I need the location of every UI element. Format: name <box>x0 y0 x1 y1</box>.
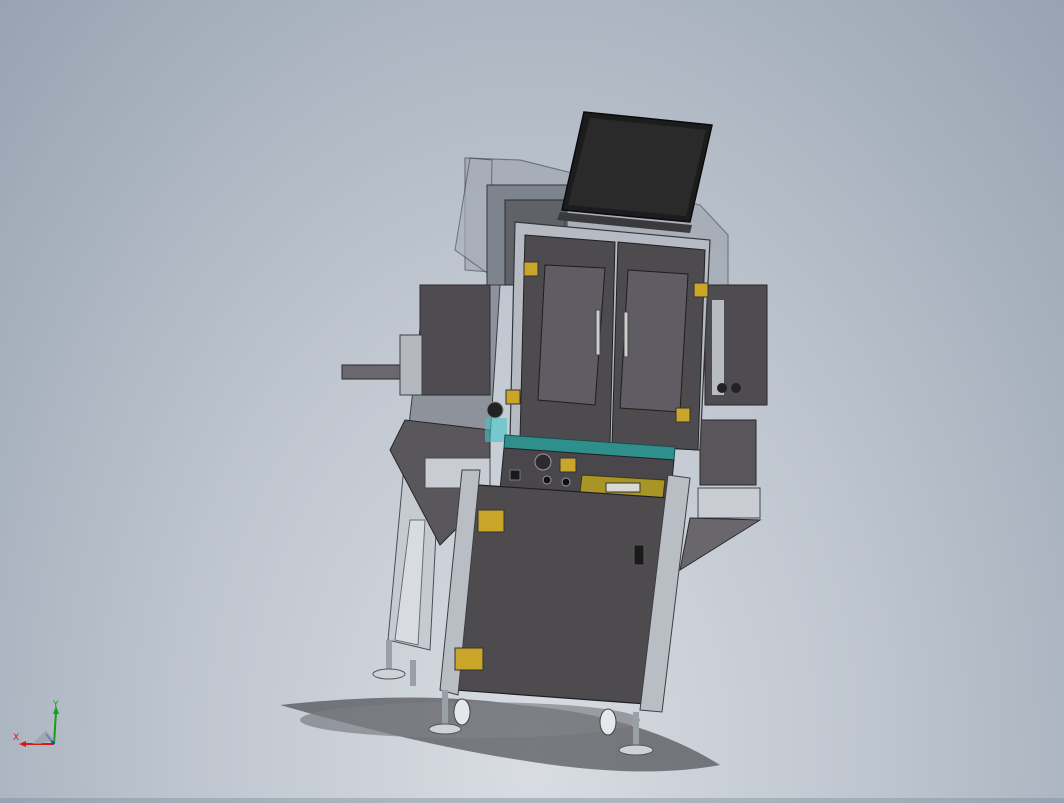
cad-viewport[interactable]: X Y <box>0 0 1064 798</box>
triad-axes-icon <box>19 706 59 747</box>
y-axis-label: Y <box>53 700 59 710</box>
upper-cabinet <box>505 221 711 451</box>
monitor <box>557 111 713 233</box>
lower-cabinet <box>439 469 691 713</box>
machine-model[interactable] <box>0 0 1064 798</box>
coordinate-triad: X Y <box>10 700 70 756</box>
x-axis-label: X <box>13 733 20 743</box>
